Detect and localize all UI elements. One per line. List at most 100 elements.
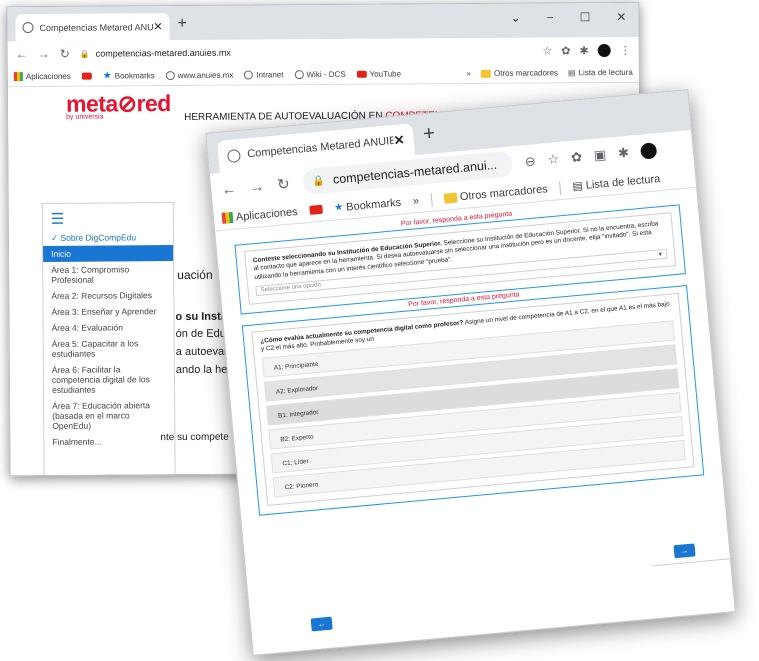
extension-icon[interactable]: ✿ xyxy=(561,44,570,57)
bookmark-star-icon[interactable]: ☆ xyxy=(542,44,552,57)
maximize-button[interactable]: ☐ xyxy=(580,10,591,24)
new-tab-button[interactable]: + xyxy=(177,15,186,33)
hamburger-icon[interactable]: ☰ xyxy=(43,203,173,230)
star-icon: ★ xyxy=(333,201,344,214)
bookmark-label: Lista de lectura xyxy=(578,67,633,78)
puzzle-icon[interactable]: ✱ xyxy=(617,145,629,162)
bg-text-fragment: nte su compete xyxy=(160,431,229,444)
sidebar-item-area6[interactable]: Área 6: Facilitar la competencia digital… xyxy=(44,361,174,398)
close-window-button[interactable]: ✕ xyxy=(616,10,626,24)
next-button[interactable]: → xyxy=(673,543,696,559)
new-tab-button[interactable]: + xyxy=(422,122,436,146)
reading-list[interactable]: ▤ Lista de lectura xyxy=(568,68,633,77)
sidebar-item-area4[interactable]: Área 4: Evaluación xyxy=(44,319,174,336)
bookmark-aplicaciones[interactable]: Aplicaciones xyxy=(221,206,298,225)
bookmark-label: Lista de lectura xyxy=(585,172,661,192)
bookmark-label: Otros marcadores xyxy=(493,68,559,78)
back-titlebar: Competencias Metared ANUIES ✕ + ⌄ − ☐ ✕ xyxy=(7,2,639,42)
question-card-competence: ¿Cómo evalúa actualmente su competencia … xyxy=(241,284,705,517)
bookmarks-overflow-button[interactable]: » xyxy=(467,69,472,78)
lock-icon: 🔒 xyxy=(312,174,326,188)
metared-logo: meta⊘red by universia xyxy=(66,90,171,121)
sidebar-item-area1[interactable]: Área 1: Compromiso Profesional xyxy=(43,261,173,288)
bookmark-separator xyxy=(558,180,562,195)
bookmark-youtube-red[interactable] xyxy=(309,204,323,215)
bookmark-label: Aplicaciones xyxy=(235,205,299,224)
sidebar-item-area3[interactable]: Área 3: Enseñar y Aprender xyxy=(43,303,173,320)
sidebar-item-sobre[interactable]: ✓ Sobre DigCompEdu xyxy=(43,229,173,246)
reload-icon[interactable]: ↻ xyxy=(60,47,70,61)
globe-icon xyxy=(244,70,254,80)
back-arrow-icon[interactable]: ← xyxy=(16,47,28,61)
sidebar-item-inicio[interactable]: Inicio xyxy=(43,245,174,262)
sidebar-item-finalmente[interactable]: Finalmente... xyxy=(44,433,174,450)
bookmark-anuies[interactable]: www.anuies.mx xyxy=(165,70,234,81)
back-tab-title: Competencias Metared ANUIES xyxy=(39,21,154,33)
tab-search-icon[interactable]: ⌄ xyxy=(511,11,521,25)
reading-list[interactable]: ▤ Lista de lectura xyxy=(572,172,661,193)
cast-icon[interactable]: ▣ xyxy=(593,147,607,164)
bookmark-label: Bookmarks xyxy=(345,196,402,214)
bookmark-youtube[interactable]: YouTube xyxy=(356,69,401,79)
front-browser-window: Competencias Metared ANUIES ✕ + ← → ↻ 🔒 … xyxy=(205,89,736,656)
forward-arrow-icon[interactable]: → xyxy=(249,177,265,195)
other-bookmarks[interactable]: Otros marcadores xyxy=(443,183,548,204)
back-url-text: competencias-metared.anuies.mx xyxy=(95,47,231,59)
screenshot-stage: Competencias Metared ANUIES ✕ + ⌄ − ☐ ✕ … xyxy=(0,0,759,661)
front-tab-title: Competencias Metared ANUIES xyxy=(246,135,395,161)
globe-icon xyxy=(294,70,304,80)
bookmark-label: Wiki - DCS xyxy=(306,69,346,80)
folder-icon xyxy=(480,69,492,78)
zoom-icon[interactable]: ⊖ xyxy=(524,153,536,170)
folder-icon xyxy=(443,192,458,204)
avatar[interactable] xyxy=(597,43,611,57)
reading-list-icon: ▤ xyxy=(571,180,584,193)
bookmark-label: Intranet xyxy=(256,70,284,80)
bookmarks-overflow-button[interactable]: » xyxy=(412,194,419,207)
forward-arrow-icon[interactable]: → xyxy=(38,47,50,61)
apps-grid-icon xyxy=(13,72,23,82)
reload-icon[interactable]: ↻ xyxy=(276,175,290,194)
site-icon xyxy=(165,71,175,81)
menu-dots-icon[interactable]: ⋮ xyxy=(620,43,631,56)
puzzle-icon[interactable]: ✱ xyxy=(579,44,588,57)
bookmark-youtube-red[interactable] xyxy=(81,72,92,80)
globe-icon xyxy=(226,148,241,163)
question-inner: ¿Cómo evalúa actualmente su competencia … xyxy=(251,292,695,507)
sidebar-item-area7[interactable]: Área 7: Educación abierta (basada en el … xyxy=(44,397,174,434)
divider xyxy=(652,558,730,567)
back-toolbar-actions: ☆ ✿ ✱ ⋮ xyxy=(542,43,631,57)
bookmark-intranet[interactable]: Intranet xyxy=(244,70,284,80)
other-bookmarks[interactable]: Otros marcadores xyxy=(480,68,559,78)
bookmark-separator xyxy=(430,192,433,207)
bookmark-label: Bookmarks xyxy=(114,71,155,81)
sidebar-item-area2[interactable]: Área 2: Recursos Digitales xyxy=(43,287,173,304)
sidebar-item-area5[interactable]: Área 5: Capacitar a los estudiantes xyxy=(44,335,174,362)
window-controls: ⌄ − ☐ ✕ xyxy=(511,10,627,25)
globe-icon xyxy=(22,22,34,34)
youtube-icon xyxy=(81,72,92,80)
bookmarks-right: » Otros marcadores ▤ Lista de lectura xyxy=(467,68,633,78)
bookmark-bookmarks[interactable]: ★ Bookmarks xyxy=(103,70,155,81)
bookmark-aplicaciones[interactable]: Aplicaciones xyxy=(13,72,71,82)
back-address-bar[interactable]: 🔒 competencias-metared.anuies.mx xyxy=(80,46,533,59)
close-tab-icon[interactable]: ✕ xyxy=(153,20,162,33)
back-tab[interactable]: Competencias Metared ANUIES ✕ xyxy=(15,13,170,42)
minimize-button[interactable]: − xyxy=(547,10,554,24)
survey-content: Por favor, responda a esta pregunta Cont… xyxy=(215,188,722,518)
bookmark-label: www.anuies.mx xyxy=(177,70,234,81)
bookmark-label: Otros marcadores xyxy=(459,182,549,203)
close-tab-icon[interactable]: ✕ xyxy=(393,132,405,149)
front-url-text: competencias-metared.anui... xyxy=(332,157,498,187)
bookmark-wiki[interactable]: Wiki - DCS xyxy=(294,69,346,80)
front-toolbar-actions: ⊖ ☆ ✿ ▣ ✱ xyxy=(524,142,658,170)
back-arrow-icon[interactable]: ← xyxy=(221,180,237,198)
youtube-icon xyxy=(356,70,367,78)
bookmark-bookmarks[interactable]: ★ Bookmarks xyxy=(334,196,402,214)
previous-button[interactable]: ← xyxy=(310,616,333,632)
avatar[interactable] xyxy=(640,142,658,160)
sidebar-menu: ☰ ✓ Sobre DigCompEdu Inicio Área 1: Comp… xyxy=(41,202,176,477)
extension-icon[interactable]: ✿ xyxy=(570,149,582,166)
bg-text-fragment: uación xyxy=(177,267,213,283)
bookmark-star-icon[interactable]: ☆ xyxy=(547,151,560,168)
